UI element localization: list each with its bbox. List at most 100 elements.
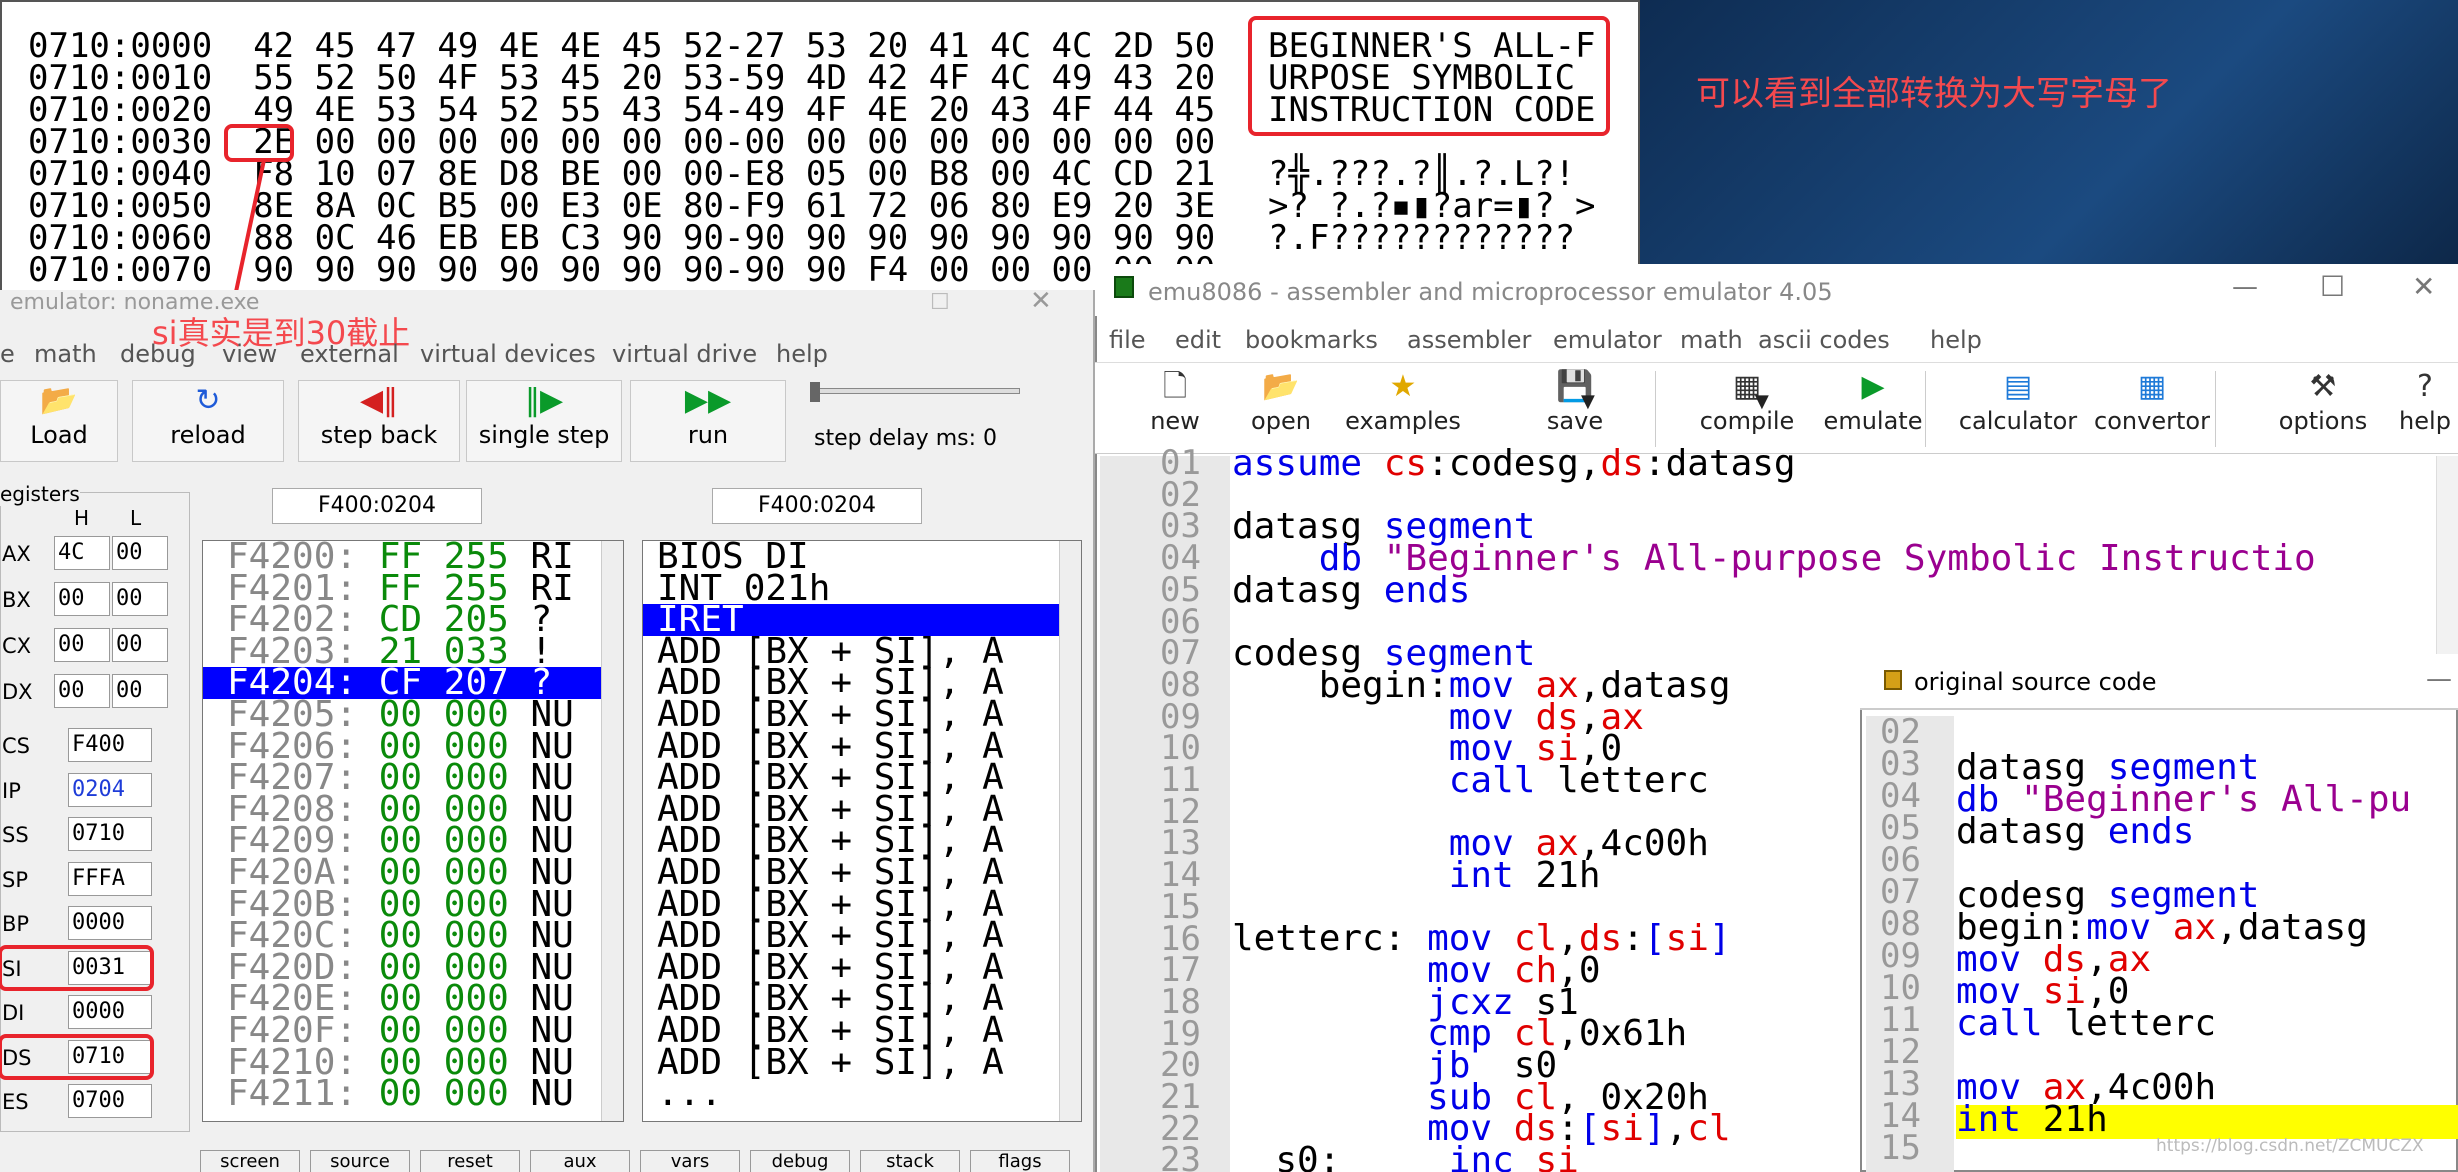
code-line[interactable]: datasg ends [1232, 572, 2316, 608]
editor-menu-edit[interactable]: edit [1175, 326, 1221, 354]
step-delay-control[interactable]: step delay ms: 0 [810, 380, 1030, 462]
star-icon: ★ [1389, 369, 1417, 404]
register-cx-high[interactable]: 00 [54, 628, 110, 662]
h-column-label: H [74, 506, 90, 530]
editor-menu-bookmarks[interactable]: bookmarks [1245, 326, 1378, 354]
step-delay-slider[interactable] [810, 382, 820, 402]
source-code-line: int 21h [1956, 1102, 2411, 1138]
source-code-line: call letterc [1956, 1006, 2411, 1042]
register-ip-value[interactable]: 0204 [68, 772, 152, 807]
disasm-address-input[interactable]: F400:0204 [712, 488, 922, 524]
emulator-menu-virtual-devices[interactable]: virtual devices [420, 340, 596, 368]
source-minimize-button[interactable]: — [2426, 664, 2452, 694]
register-bx-high[interactable]: 00 [54, 582, 110, 616]
editor-open-button[interactable]: 📂 open [1241, 367, 1321, 435]
source-window-title: original source code [1914, 668, 2157, 696]
register-dx-low[interactable]: 00 [112, 674, 168, 708]
register-di-value[interactable]: 0000 [68, 995, 152, 1029]
editor-compile-button[interactable]: ▦ compile [1693, 367, 1801, 435]
examples-dropdown-arrow-icon[interactable]: ▼ [1581, 391, 1595, 412]
close-button[interactable]: ✕ [2412, 270, 2435, 303]
register-cx-low[interactable]: 00 [112, 628, 168, 662]
disassembly-scrollbar[interactable] [1059, 541, 1081, 1121]
bottom-stack-button[interactable]: stack [860, 1150, 960, 1172]
source-window-icon [1884, 670, 1902, 690]
editor-save-button[interactable]: 💾 save [1535, 367, 1615, 435]
emulator-close-button[interactable]: ✕ [1030, 286, 1052, 316]
emulator-menu-external[interactable]: external [300, 340, 399, 368]
emulator-menu-view[interactable]: view [222, 340, 277, 368]
hex-dump-rows: 0710:0000 42 45 47 49 4E 4E 45 52-27 53 … [28, 29, 1215, 287]
editor-menu-help[interactable]: help [1930, 326, 1982, 354]
register-label-dx: DX [2, 680, 33, 704]
toolbar-step-back-button[interactable]: ◀‖ step back [298, 380, 460, 462]
register-label-cx: CX [2, 634, 32, 658]
register-cs-value[interactable]: F400 [68, 728, 152, 762]
register-dx-high[interactable]: 00 [54, 674, 110, 708]
memory-hex: 00 [378, 1073, 423, 1115]
editor-menu-ascii-codes[interactable]: ascii codes [1758, 326, 1890, 354]
emulator-menu-debug[interactable]: debug [120, 340, 196, 368]
emulator-menu-help[interactable]: help [776, 340, 828, 368]
minimize-button[interactable]: — [2232, 272, 2258, 302]
toolbar-run-button[interactable]: ▶▶ run [630, 380, 786, 462]
register-label-bx: BX [2, 588, 31, 612]
ascii-row: ?.F???????????? [1268, 218, 1596, 258]
editor-menu-assembler[interactable]: assembler [1407, 326, 1531, 354]
register-sp-value[interactable]: FFFA [68, 861, 152, 896]
compile-icon: ▦ [1732, 369, 1762, 404]
toolbar-single-step-button[interactable]: ‖▶ single step [466, 380, 622, 462]
maximize-button[interactable]: ☐ [2320, 270, 2345, 303]
code-line-tokens: call letterc [1956, 1003, 2217, 1044]
source-code: datasg segment db "Beginner's All-pu datas… [1956, 750, 2411, 1138]
editor-emulate-button[interactable]: ▶ emulate [1819, 367, 1927, 435]
editor-menu-math[interactable]: math [1680, 326, 1743, 354]
toolbar-separator [2215, 371, 2216, 447]
memory-address: F4211: [227, 1073, 358, 1115]
register-ax-low[interactable]: 00 [112, 536, 168, 570]
toolbar-separator [1655, 371, 1656, 447]
bottom-screen-button[interactable]: screen [200, 1150, 300, 1172]
editor-calculator-button[interactable]: ▤ calculator [1953, 367, 2083, 435]
reload-icon: ↻ [195, 383, 221, 418]
bottom-flags-button[interactable]: flags [970, 1150, 1070, 1172]
memory-address-input[interactable]: F400:0204 [272, 488, 482, 524]
memory-char: NU [530, 1073, 574, 1115]
floppy-icon: 💾 [1556, 369, 1594, 404]
bottom-debug-button[interactable]: debug [750, 1150, 850, 1172]
play-icon: ▶ [1861, 369, 1885, 404]
editor-examples-button[interactable]: ★ examples [1343, 367, 1463, 435]
register-label-ss: SS [2, 823, 29, 847]
disassembly-list[interactable]: BIOS DI INT 021h IRET ADD [BX + SI], A ADD [… [642, 540, 1082, 1122]
register-bx-low[interactable]: 00 [112, 582, 168, 616]
source-line-numbers: 02 03 04 05 06 07 08 09 10 11 12 13 14 15 [1880, 715, 1921, 1165]
code-line[interactable]: assume cs:codesg,ds:datasg [1232, 446, 2316, 482]
editor-menu-file[interactable]: file [1109, 326, 1146, 354]
register-ax-high[interactable]: 4C [54, 536, 110, 570]
emulator-menu-math[interactable]: math [34, 340, 97, 368]
emulator-menu-e[interactable]: e [0, 340, 15, 368]
disassembly-row[interactable]: ... [643, 1076, 1081, 1112]
emulator-menu-virtual-drive[interactable]: virtual drive [612, 340, 757, 368]
memory-list[interactable]: F4200: FF 255 RI F4201: FF 255 RI F4202: C… [202, 540, 624, 1122]
editor-convertor-button[interactable]: ▦ convertor [2083, 367, 2221, 435]
bottom-reset-button[interactable]: reset [420, 1150, 520, 1172]
memory-scrollbar[interactable] [601, 541, 623, 1121]
save-dropdown-arrow-icon[interactable]: ▼ [1755, 391, 1769, 412]
bottom-source-button[interactable]: source [310, 1150, 410, 1172]
register-ss-value[interactable]: 0710 [68, 817, 152, 851]
editor-toolbar-label: help [2399, 407, 2451, 435]
editor-new-button[interactable]: 🗋 new [1135, 367, 1215, 435]
editor-help-button[interactable]: ? help [2391, 367, 2458, 435]
register-bp-value[interactable]: 0000 [68, 906, 152, 940]
emulator-maximize-button[interactable]: ☐ [930, 290, 950, 315]
memory-decimal: 000 [443, 1073, 509, 1115]
bottom-vars-button[interactable]: vars [640, 1150, 740, 1172]
register-es-value[interactable]: 0700 [68, 1084, 152, 1118]
memory-row[interactable]: F4211: 00 000 NU [203, 1076, 623, 1112]
editor-options-button[interactable]: ⚒ options [2273, 367, 2373, 435]
bottom-aux-button[interactable]: aux [530, 1150, 630, 1172]
editor-menu-emulator[interactable]: emulator [1553, 326, 1662, 354]
toolbar-Load-button[interactable]: 📂 Load [0, 380, 118, 462]
toolbar-reload-button[interactable]: ↻ reload [132, 380, 284, 462]
